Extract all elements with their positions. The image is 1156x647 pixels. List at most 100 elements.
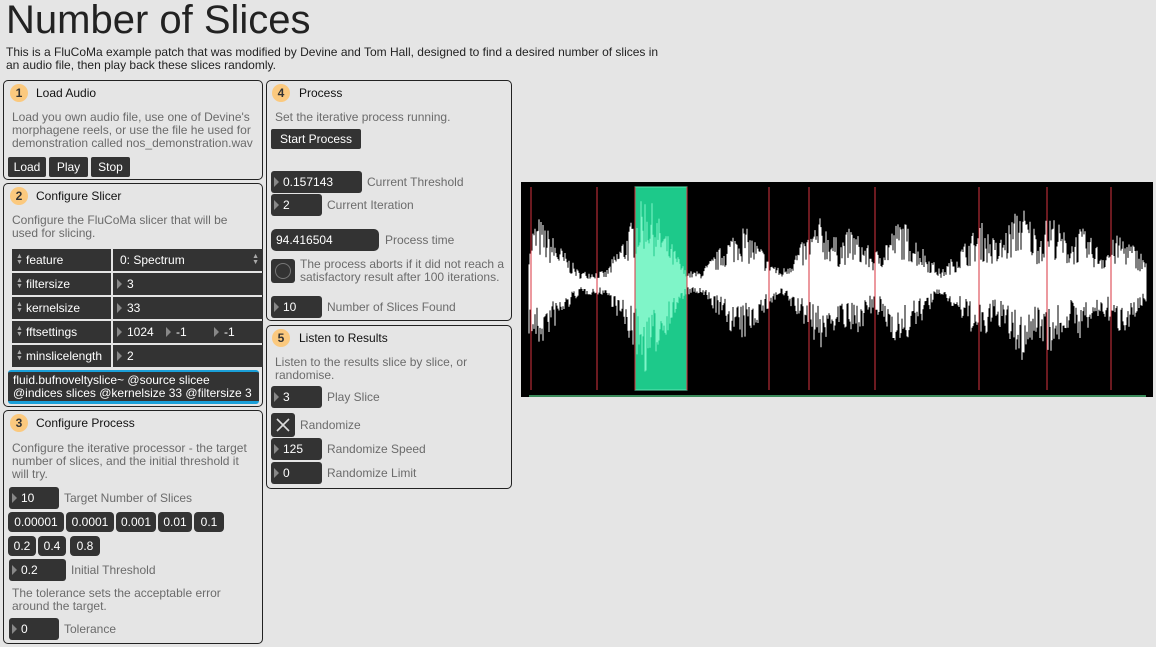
- fftsettings-hop-value: -1: [176, 325, 187, 339]
- threshold-preset-button[interactable]: 0.01: [158, 512, 192, 532]
- randomize-speed-value: 125: [283, 442, 304, 456]
- updown-icon: ▲ ▼: [16, 277, 23, 290]
- threshold-preset-button[interactable]: 0.001: [116, 512, 156, 532]
- current-threshold-value: 0.157143: [283, 175, 334, 189]
- current-iteration-value: 2: [283, 198, 290, 212]
- current-iteration-label: Current Iteration: [327, 198, 414, 212]
- attr-name[interactable]: ▲ ▼ kernelsize: [12, 297, 111, 319]
- abort-indicator-led: [271, 259, 295, 283]
- panel-description: Configure the FluCoMa slicer that will b…: [12, 213, 228, 240]
- fftsettings-values: 1024 -1 -1: [113, 321, 263, 343]
- threshold-preset-button[interactable]: 0.00001: [8, 512, 64, 532]
- play-slice-number[interactable]: 3: [271, 386, 322, 408]
- triangle-icon: [117, 279, 122, 289]
- panel-title: Load Audio: [36, 86, 97, 100]
- current-iteration-number: 2: [271, 194, 322, 216]
- initial-threshold-label: Initial Threshold: [71, 563, 156, 577]
- attr-name[interactable]: ▲ ▼ filtersize: [12, 273, 111, 295]
- threshold-preset-button[interactable]: 0.4: [38, 536, 66, 556]
- fftsettings-fft-number[interactable]: -1: [214, 321, 235, 343]
- step-badge-3: 3: [10, 414, 28, 432]
- target-slices-number[interactable]: 10: [9, 487, 59, 509]
- triangle-icon: [274, 468, 279, 478]
- initial-threshold-value: 0.2: [21, 563, 38, 577]
- target-slices-value: 10: [21, 491, 35, 505]
- randomize-limit-label: Randomize Limit: [327, 466, 417, 480]
- process-time-label: Process time: [385, 233, 455, 247]
- panel-title: Listen to Results: [299, 331, 388, 345]
- step-badge-1: 1: [10, 84, 28, 102]
- attr-name-label: kernelsize: [26, 301, 81, 315]
- waveform-trace: [528, 201, 1147, 372]
- panel-listen-to-results: 5 Listen to Results Listen to the result…: [266, 325, 512, 489]
- threshold-preset-button[interactable]: 0.8: [70, 536, 100, 556]
- panel-description: Load you own audio file, use one of Devi…: [12, 110, 253, 150]
- randomize-speed-number[interactable]: 125: [271, 438, 322, 460]
- triangle-icon: [117, 303, 122, 313]
- slicer-object-box[interactable]: fluid.bufnoveltyslice~ @source slicee @i…: [8, 370, 259, 404]
- panel-process: 4 Process Set the iterative process runn…: [266, 80, 512, 321]
- fftsettings-window-number[interactable]: 1024: [117, 321, 154, 343]
- triangle-icon: [117, 351, 122, 361]
- updown-icon: ▲ ▼: [16, 325, 23, 338]
- attr-name-label: minslicelength: [26, 349, 103, 363]
- randomize-toggle[interactable]: [271, 413, 295, 437]
- panel-load-audio: 1 Load Audio Load you own audio file, us…: [3, 80, 263, 180]
- step-badge-2: 2: [10, 187, 28, 205]
- panel-description: Listen to the results slice by slice, or…: [275, 355, 468, 382]
- initial-threshold-number[interactable]: 0.2: [9, 559, 66, 581]
- panel-title: Configure Slicer: [36, 189, 122, 203]
- threshold-preset-button[interactable]: 0.1: [194, 512, 224, 532]
- triangle-icon: [274, 177, 279, 187]
- filtersize-number[interactable]: 3: [113, 273, 263, 295]
- tolerance-description: The tolerance sets the acceptable error …: [12, 586, 221, 613]
- triangle-icon: [274, 444, 279, 454]
- start-process-button[interactable]: Start Process: [271, 129, 361, 149]
- slices-found-label: Number of Slices Found: [327, 300, 456, 314]
- triangle-icon: [214, 327, 219, 337]
- attr-name[interactable]: ▲ ▼ minslicelength: [12, 345, 111, 367]
- feature-value: 0: Spectrum: [120, 253, 185, 267]
- feature-menu[interactable]: 0: Spectrum ▲ ▼: [113, 249, 263, 271]
- process-time-display: 94.416504: [271, 229, 379, 251]
- kernelsize-number[interactable]: 33: [113, 297, 263, 319]
- attr-name[interactable]: ▲ ▼ fftsettings: [12, 321, 111, 343]
- panel-configure-slicer: 2 Configure Slicer Configure the FluCoMa…: [3, 183, 263, 407]
- kernelsize-value: 33: [127, 301, 141, 315]
- panel-description: Configure the iterative processor - the …: [12, 441, 247, 481]
- load-button[interactable]: Load: [8, 157, 46, 177]
- fftsettings-fft-value: -1: [224, 325, 235, 339]
- play-button[interactable]: Play: [49, 157, 88, 177]
- threshold-preset-button[interactable]: 0.2: [8, 536, 36, 556]
- tolerance-number[interactable]: 0: [9, 618, 59, 640]
- target-slices-label: Target Number of Slices: [64, 491, 193, 505]
- updown-icon: ▲ ▼: [252, 253, 259, 266]
- randomize-speed-label: Randomize Speed: [327, 442, 426, 456]
- triangle-icon: [166, 327, 171, 337]
- attr-name[interactable]: ▲ ▼ feature: [12, 249, 111, 271]
- panel-title: Configure Process: [36, 416, 135, 430]
- attr-row-fftsettings: ▲ ▼ fftsettings 1024 -1 -1: [12, 321, 263, 343]
- waveform-display[interactable]: [521, 182, 1153, 397]
- panel-title: Process: [299, 86, 343, 100]
- waveform-baseline: [529, 395, 1146, 397]
- minslicelength-number[interactable]: 2: [113, 345, 263, 367]
- panel-description: Set the iterative process running.: [275, 110, 451, 124]
- waveform-svg: [528, 186, 1147, 391]
- fftsettings-hop-number[interactable]: -1: [166, 321, 187, 343]
- step-badge-5: 5: [272, 329, 290, 347]
- panel-configure-process: 3 Configure Process Configure the iterat…: [3, 410, 263, 644]
- updown-icon: ▲ ▼: [16, 253, 23, 266]
- play-slice-label: Play Slice: [327, 390, 380, 404]
- attr-name-label: fftsettings: [26, 325, 78, 339]
- randomize-limit-number[interactable]: 0: [271, 462, 322, 484]
- circle-icon: [275, 263, 291, 279]
- tolerance-label: Tolerance: [64, 622, 117, 636]
- triangle-icon: [117, 327, 122, 337]
- filtersize-value: 3: [127, 277, 134, 291]
- stop-button[interactable]: Stop: [91, 157, 130, 177]
- triangle-icon: [274, 392, 279, 402]
- updown-icon: ▲ ▼: [16, 349, 23, 362]
- threshold-preset-button[interactable]: 0.0001: [66, 512, 114, 532]
- attr-name-label: feature: [26, 253, 64, 267]
